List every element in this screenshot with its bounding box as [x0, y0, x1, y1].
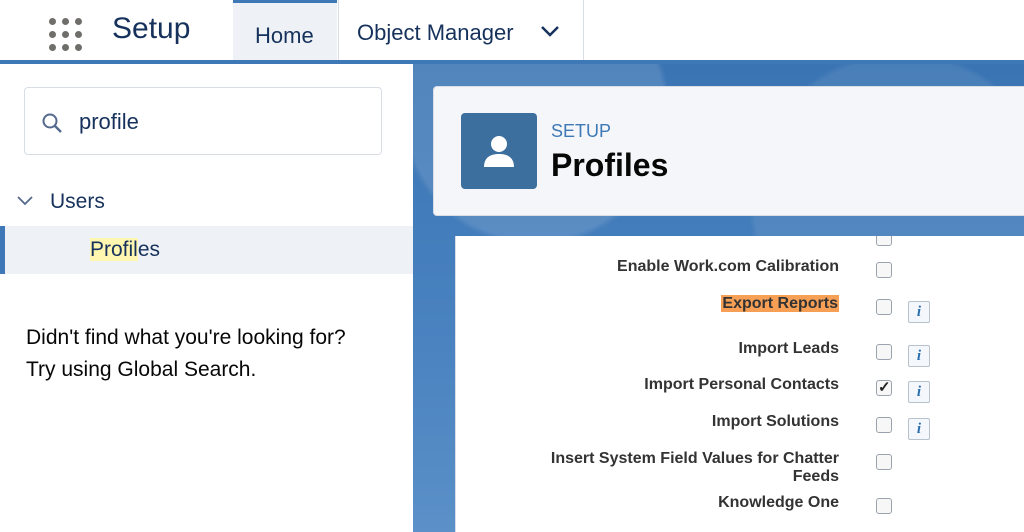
tab-object-manager-label: Object Manager [357, 20, 514, 45]
page-title: Profiles [551, 147, 669, 183]
permission-checkbox[interactable] [876, 236, 892, 246]
sidebar-group-users[interactable]: Users [0, 186, 413, 218]
no-results-line-2: Try using Global Search. [26, 358, 257, 381]
quick-find-input[interactable] [77, 104, 371, 140]
user-icon [461, 113, 537, 189]
permission-label: Import Solutions [711, 413, 839, 430]
permission-checkbox[interactable] [876, 454, 892, 470]
tab-home-label: Home [255, 23, 314, 48]
search-match-highlight: Export Reports [721, 295, 839, 312]
permission-label: Import Personal Contacts [644, 376, 839, 393]
tab-object-manager[interactable]: Object Manager [338, 0, 584, 60]
permission-checkbox[interactable] [876, 299, 892, 315]
global-header: Setup Home Object Manager [0, 0, 1024, 64]
search-match-highlight: Profil [90, 238, 138, 261]
permission-checkbox[interactable] [876, 417, 892, 433]
no-results-hint: Didn't find what you're looking for? Try… [26, 322, 346, 386]
permission-label: Enable Work.com Calibration [617, 258, 839, 275]
permission-label: Knowledge One [718, 494, 839, 511]
permission-checkbox-checked[interactable] [876, 378, 892, 396]
setup-sidebar: Users Profiles Didn't find what you're l… [0, 64, 413, 532]
chevron-down-icon[interactable] [539, 20, 561, 42]
page-header-eyebrow: SETUP [551, 121, 612, 141]
quick-find-box[interactable] [24, 87, 382, 155]
sidebar-item-profiles[interactable]: Profiles [0, 226, 413, 274]
profile-permissions-panel: Enable Work.com Calibration Export Repor… [455, 236, 1024, 532]
main-content-area: SETUP Profiles Enable Work.com Calibrati… [413, 64, 1024, 532]
chevron-down-icon[interactable] [16, 192, 34, 210]
info-icon[interactable]: i [908, 418, 930, 440]
sidebar-group-label: Users [50, 190, 105, 213]
no-results-line-1: Didn't find what you're looking for? [26, 326, 346, 349]
permission-checkbox[interactable] [876, 344, 892, 360]
info-icon[interactable]: i [908, 301, 930, 323]
permission-checkbox[interactable] [876, 498, 892, 514]
permission-checkbox[interactable] [876, 262, 892, 278]
app-title: Setup [112, 12, 191, 45]
permission-label: Insert System Field Values for Chatter F… [550, 450, 839, 485]
permission-label: Export Reports [509, 295, 839, 313]
info-icon[interactable]: i [908, 381, 930, 403]
search-icon [42, 113, 62, 133]
sidebar-item-label: Profiles [90, 238, 160, 262]
tab-home[interactable]: Home [233, 0, 337, 60]
permission-label: Import Leads [738, 340, 839, 357]
page-header: SETUP Profiles [433, 86, 1024, 216]
info-icon[interactable]: i [908, 345, 930, 367]
app-launcher-icon[interactable] [46, 15, 86, 55]
sidebar-item-label-rest: es [137, 238, 161, 261]
